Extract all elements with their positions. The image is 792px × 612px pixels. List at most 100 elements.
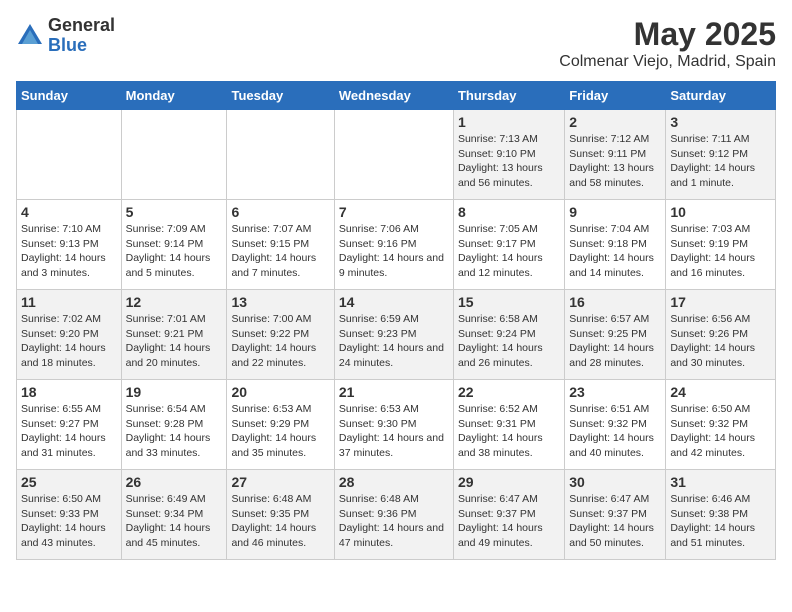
day-info: Sunrise: 6:50 AMSunset: 9:33 PMDaylight:… [21,492,117,551]
day-info: Sunrise: 7:07 AMSunset: 9:15 PMDaylight:… [231,222,329,281]
logo-text-blue: Blue [48,35,87,55]
day-info: Sunrise: 7:02 AMSunset: 9:20 PMDaylight:… [21,312,117,371]
calendar-cell: 28Sunrise: 6:48 AMSunset: 9:36 PMDayligh… [334,470,453,560]
calendar-cell: 6Sunrise: 7:07 AMSunset: 9:15 PMDaylight… [227,200,334,290]
day-number: 13 [231,294,329,310]
day-number: 7 [339,204,449,220]
day-info: Sunrise: 6:49 AMSunset: 9:34 PMDaylight:… [126,492,223,551]
day-number: 24 [670,384,771,400]
calendar-cell: 23 Sunrise: 6:51 AMSunset: 9:32 PMDayligh… [565,380,666,470]
calendar-cell: 11 Sunrise: 7:02 AMSunset: 9:20 PMDayligh… [17,290,122,380]
day-info: Sunrise: 6:58 AMSunset: 9:24 PMDaylight:… [458,312,560,371]
day-number: 19 [126,384,223,400]
calendar-cell: 31Sunrise: 6:46 AMSunset: 9:38 PMDayligh… [666,470,776,560]
header-day: Friday [565,82,666,110]
day-info: Sunrise: 6:50 AMSunset: 9:32 PMDaylight:… [670,402,771,461]
day-number: 2 [569,114,661,130]
calendar-cell: 15 Sunrise: 6:58 AMSunset: 9:24 PMDayligh… [453,290,564,380]
day-info: Sunrise: 6:47 AMSunset: 9:37 PMDaylight:… [569,492,661,551]
day-info: Sunrise: 6:53 AMSunset: 9:30 PMDaylight:… [339,402,449,461]
day-info: Sunrise: 6:48 AMSunset: 9:36 PMDaylight:… [339,492,449,551]
calendar-cell [121,110,227,200]
day-info: Sunrise: 7:09 AMSunset: 9:14 PMDaylight:… [126,222,223,281]
calendar-cell: 19 Sunrise: 6:54 AMSunset: 9:28 PMDayligh… [121,380,227,470]
day-info: Sunrise: 7:04 AMSunset: 9:18 PMDaylight:… [569,222,661,281]
calendar-cell [334,110,453,200]
day-info: Sunrise: 6:52 AMSunset: 9:31 PMDaylight:… [458,402,560,461]
day-info: Sunrise: 6:56 AMSunset: 9:26 PMDaylight:… [670,312,771,371]
day-info: Sunrise: 7:05 AMSunset: 9:17 PMDaylight:… [458,222,560,281]
logo: General Blue [16,16,115,56]
day-info: Sunrise: 6:59 AMSunset: 9:23 PMDaylight:… [339,312,449,371]
day-number: 11 [21,294,117,310]
day-number: 3 [670,114,771,130]
day-info: Sunrise: 7:12 AMSunset: 9:11 PMDaylight:… [569,132,661,191]
day-number: 1 [458,114,560,130]
calendar-cell: 17Sunrise: 6:56 AMSunset: 9:26 PMDayligh… [666,290,776,380]
day-number: 4 [21,204,117,220]
calendar-cell: 1 Sunrise: 7:13 AMSunset: 9:10 PMDaylight… [453,110,564,200]
calendar-week-row: 11 Sunrise: 7:02 AMSunset: 9:20 PMDayligh… [17,290,776,380]
day-number: 9 [569,204,661,220]
day-info: Sunrise: 7:00 AMSunset: 9:22 PMDaylight:… [231,312,329,371]
day-info: Sunrise: 6:53 AMSunset: 9:29 PMDaylight:… [231,402,329,461]
day-number: 22 [458,384,560,400]
logo-icon [16,22,44,50]
calendar-cell: 8Sunrise: 7:05 AMSunset: 9:17 PMDaylight… [453,200,564,290]
calendar-cell: 30Sunrise: 6:47 AMSunset: 9:37 PMDayligh… [565,470,666,560]
calendar-cell: 13 Sunrise: 7:00 AMSunset: 9:22 PMDayligh… [227,290,334,380]
calendar-cell: 12 Sunrise: 7:01 AMSunset: 9:21 PMDayligh… [121,290,227,380]
calendar-cell: 25 Sunrise: 6:50 AMSunset: 9:33 PMDayligh… [17,470,122,560]
calendar-cell: 16Sunrise: 6:57 AMSunset: 9:25 PMDayligh… [565,290,666,380]
day-info: Sunrise: 7:01 AMSunset: 9:21 PMDaylight:… [126,312,223,371]
header-day: Monday [121,82,227,110]
header-day: Tuesday [227,82,334,110]
header-day: Thursday [453,82,564,110]
calendar-cell [227,110,334,200]
day-number: 27 [231,474,329,490]
page-header: General Blue May 2025 Colmenar Viejo, Ma… [16,16,776,71]
day-info: Sunrise: 6:51 AMSunset: 9:32 PMDaylight:… [569,402,661,461]
calendar-cell: 7 Sunrise: 7:06 AMSunset: 9:16 PMDaylight… [334,200,453,290]
day-number: 14 [339,294,449,310]
day-number: 20 [231,384,329,400]
calendar-cell: 2 Sunrise: 7:12 AMSunset: 9:11 PMDaylight… [565,110,666,200]
day-number: 23 [569,384,661,400]
calendar-cell: 24 Sunrise: 6:50 AMSunset: 9:32 PMDayligh… [666,380,776,470]
logo-text-general: General [48,15,115,35]
day-info: Sunrise: 6:55 AMSunset: 9:27 PMDaylight:… [21,402,117,461]
day-number: 12 [126,294,223,310]
calendar-cell [17,110,122,200]
day-info: Sunrise: 7:13 AMSunset: 9:10 PMDaylight:… [458,132,560,191]
day-number: 29 [458,474,560,490]
day-info: Sunrise: 7:06 AMSunset: 9:16 PMDaylight:… [339,222,449,281]
main-title: May 2025 [559,16,776,53]
day-number: 15 [458,294,560,310]
calendar-week-row: 25 Sunrise: 6:50 AMSunset: 9:33 PMDayligh… [17,470,776,560]
calendar-week-row: 18Sunrise: 6:55 AMSunset: 9:27 PMDayligh… [17,380,776,470]
day-number: 10 [670,204,771,220]
day-number: 25 [21,474,117,490]
title-block: May 2025 Colmenar Viejo, Madrid, Spain [559,16,776,71]
calendar-cell: 27Sunrise: 6:48 AMSunset: 9:35 PMDayligh… [227,470,334,560]
calendar-cell: 9 Sunrise: 7:04 AMSunset: 9:18 PMDaylight… [565,200,666,290]
calendar-cell: 10 Sunrise: 7:03 AMSunset: 9:19 PMDayligh… [666,200,776,290]
calendar-cell: 5 Sunrise: 7:09 AMSunset: 9:14 PMDaylight… [121,200,227,290]
header-row: SundayMondayTuesdayWednesdayThursdayFrid… [17,82,776,110]
day-number: 16 [569,294,661,310]
day-info: Sunrise: 6:54 AMSunset: 9:28 PMDaylight:… [126,402,223,461]
calendar-cell: 18Sunrise: 6:55 AMSunset: 9:27 PMDayligh… [17,380,122,470]
day-number: 5 [126,204,223,220]
day-info: Sunrise: 6:47 AMSunset: 9:37 PMDaylight:… [458,492,560,551]
calendar-cell: 29 Sunrise: 6:47 AMSunset: 9:37 PMDayligh… [453,470,564,560]
calendar-cell: 3 Sunrise: 7:11 AMSunset: 9:12 PMDaylight… [666,110,776,200]
calendar-cell: 21 Sunrise: 6:53 AMSunset: 9:30 PMDayligh… [334,380,453,470]
calendar-table: SundayMondayTuesdayWednesdayThursdayFrid… [16,81,776,560]
day-number: 31 [670,474,771,490]
day-info: Sunrise: 7:11 AMSunset: 9:12 PMDaylight:… [670,132,771,191]
header-day: Wednesday [334,82,453,110]
day-number: 26 [126,474,223,490]
calendar-cell: 20 Sunrise: 6:53 AMSunset: 9:29 PMDayligh… [227,380,334,470]
day-number: 21 [339,384,449,400]
day-info: Sunrise: 7:03 AMSunset: 9:19 PMDaylight:… [670,222,771,281]
